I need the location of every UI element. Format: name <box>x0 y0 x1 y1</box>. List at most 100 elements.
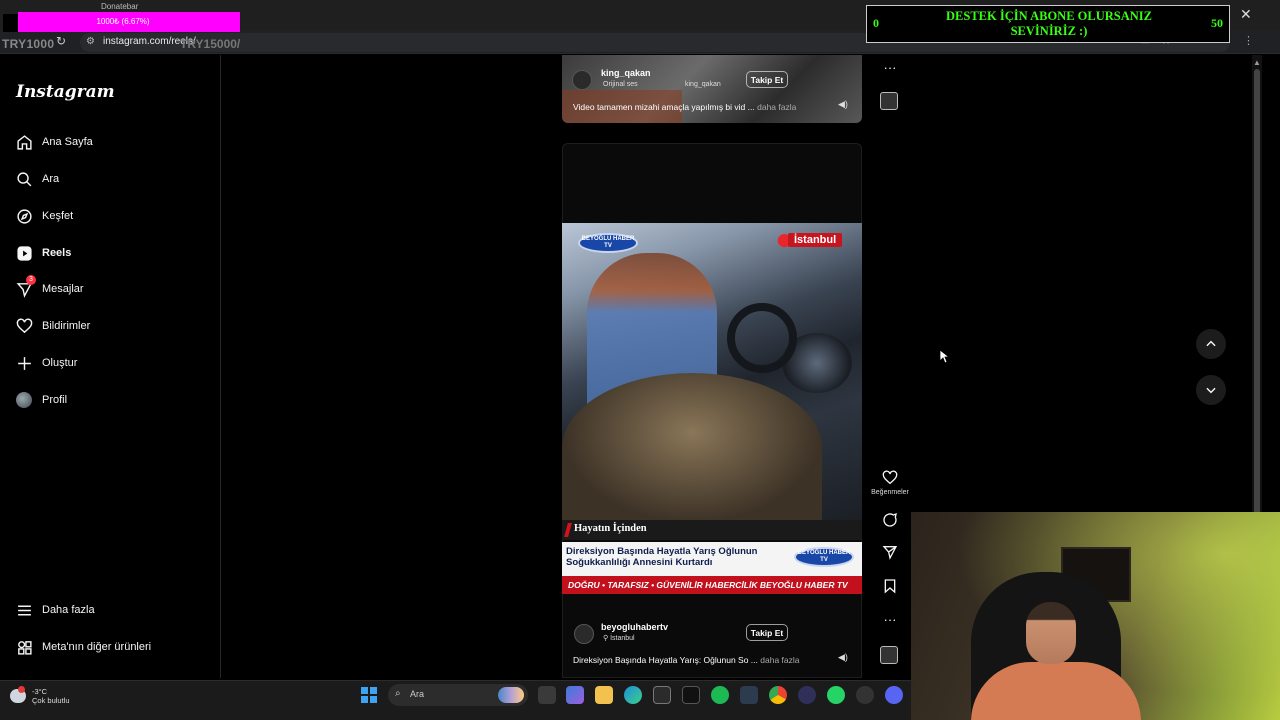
browser-menu-icon[interactable]: ⋮ <box>1243 34 1254 47</box>
previous-reel-video[interactable] <box>562 55 862 123</box>
windows-start-icon[interactable] <box>361 687 377 703</box>
channel-logo-small: BEYOĞLU HABER TV <box>794 547 854 567</box>
sidebar-item-explore[interactable]: Keşfet <box>14 204 214 228</box>
more-options-icon: ··· <box>883 612 897 627</box>
sidebar-item-label: Profil <box>42 394 68 406</box>
current-reel-avatar[interactable] <box>574 624 594 644</box>
previous-reel-audio[interactable]: Orijinal ses <box>603 81 638 88</box>
video-foreground-head <box>562 373 822 520</box>
audio-thumbnail[interactable] <box>880 646 898 664</box>
file-explorer-icon[interactable] <box>595 686 613 704</box>
previous-reel-caption[interactable]: Video tamamen mizahi amaçla yapılmış bi … <box>573 102 796 112</box>
current-reel-username[interactable]: beyogluhabertv <box>601 622 668 632</box>
sidebar-item-label: Ara <box>42 173 60 185</box>
caption-text: Video tamamen mizahi amaçla yapılmış bi … <box>573 102 755 112</box>
sidebar-item-reels[interactable]: Reels <box>14 241 214 265</box>
sidebar-item-label: Mesajlar <box>42 283 84 295</box>
donate-progress-bar: 1000₺ (6.67%) <box>18 12 240 32</box>
caption-more-link[interactable]: daha fazla <box>757 102 796 112</box>
previous-more-options[interactable]: ··· <box>876 59 904 77</box>
news-ticker: DOĞRU • TARAFSIZ • GÜVENİLİR HABERCİLİK … <box>562 576 862 594</box>
share-button[interactable] <box>876 544 904 560</box>
search-icon: ⌕ <box>395 688 401 699</box>
donation-amount-left: TRY1000 <box>2 37 55 51</box>
whatsapp-icon[interactable] <box>827 686 845 704</box>
caption-more-link[interactable]: daha fazla <box>760 655 799 665</box>
current-reel-video[interactable]: BEYOĞLU HABER TV ⬤ İstanbul <box>562 223 862 520</box>
weather-widget[interactable]: -3°C Çok bulutlu <box>10 686 70 705</box>
headline-text: Direksiyon Başında Hayatla Yarış Oğlunun… <box>566 546 758 568</box>
sidebar-item-label: Keşfet <box>42 210 74 222</box>
previous-follow-button[interactable]: Takip Et <box>746 71 788 88</box>
notification-badge: 3 <box>26 275 36 285</box>
sidebar-item-meta-products[interactable]: Meta'nın diğer ürünleri <box>14 635 214 659</box>
sidebar-item-label: Daha fazla <box>42 604 95 616</box>
donate-progress-text: 1000₺ (6.67%) <box>96 17 150 26</box>
sidebar-item-label: Meta'nın diğer ürünleri <box>42 641 152 653</box>
discord-icon[interactable] <box>885 686 903 704</box>
mouse-cursor-icon <box>940 350 950 364</box>
sidebar-item-search[interactable]: Ara <box>14 167 214 191</box>
instagram-logo[interactable]: Instagram <box>16 82 115 102</box>
streamer-head <box>1026 602 1076 664</box>
weather-condition: Çok bulutlu <box>32 696 70 705</box>
app-icon[interactable] <box>740 686 758 704</box>
current-reel-caption[interactable]: Direksiyon Başında Hayatla Yarış: Oğlunu… <box>573 655 800 665</box>
donation-amount-right: TRY15000/ <box>180 37 241 51</box>
task-view-icon[interactable] <box>538 686 556 704</box>
previous-reel-username[interactable]: king_qakan <box>601 68 651 78</box>
weather-temperature: -3°C <box>32 687 48 696</box>
previous-audio-thumbnail[interactable] <box>880 92 898 110</box>
spotify-icon[interactable] <box>711 686 729 704</box>
next-reel-button[interactable] <box>1196 375 1226 405</box>
chevron-up-icon <box>1206 340 1216 347</box>
share-icon <box>882 546 898 560</box>
messenger-icon: 3 <box>14 275 36 299</box>
sidebar-item-home[interactable]: Ana Sayfa <box>14 130 214 154</box>
sidebar-item-label: Ana Sayfa <box>42 136 93 148</box>
comment-button[interactable] <box>876 512 904 528</box>
tiktok-icon[interactable] <box>682 686 700 704</box>
current-follow-button[interactable]: Takip Et <box>746 624 788 641</box>
overlay-square <box>3 14 19 32</box>
like-label: Beğenmeler <box>871 489 909 496</box>
sidebar-item-messages[interactable]: 3 Mesajlar <box>14 275 214 301</box>
home-icon <box>14 132 34 152</box>
site-info-icon[interactable]: ⚙ <box>86 36 96 48</box>
mute-icon[interactable]: ◀) <box>838 652 848 663</box>
previous-reel-avatar[interactable] <box>572 70 592 90</box>
mute-icon[interactable]: ◀) <box>838 99 848 110</box>
scroll-up-arrow-icon[interactable]: ▲ <box>1253 58 1261 67</box>
sidebar-item-notifications[interactable]: Bildirimler <box>14 314 214 338</box>
more-options-icon: ··· <box>883 60 897 75</box>
edge-icon[interactable] <box>624 686 642 704</box>
lower-third-title: Hayatın İçinden <box>562 520 862 540</box>
more-options-button[interactable]: ··· <box>876 611 904 629</box>
sidebar-item-more[interactable]: Daha fazla <box>14 598 214 622</box>
sidebar-item-create[interactable]: Oluştur <box>14 351 214 375</box>
taskbar-search-placeholder: Ara <box>410 689 425 699</box>
goal-current: 0 <box>873 16 879 30</box>
search-icon <box>14 169 34 189</box>
obs-icon[interactable] <box>798 686 816 704</box>
settings-icon[interactable] <box>856 686 874 704</box>
scroll-thumb[interactable] <box>1254 69 1260 569</box>
save-button[interactable] <box>876 578 904 594</box>
close-icon[interactable]: ✕ <box>1240 6 1252 23</box>
comment-icon <box>883 512 897 527</box>
search-highlight-image <box>498 687 524 703</box>
taskbar-search[interactable]: ⌕ Ara <box>388 684 528 706</box>
chevron-down-icon <box>1206 387 1216 394</box>
reload-icon[interactable]: ↻ <box>56 34 66 48</box>
current-reel-location[interactable]: ⚲ İstanbul <box>603 634 635 642</box>
store-icon[interactable] <box>653 686 671 704</box>
menu-icon <box>14 600 34 620</box>
previous-reel-button[interactable] <box>1196 329 1226 359</box>
copilot-icon[interactable] <box>566 686 584 704</box>
streamer-webcam <box>911 512 1280 720</box>
lower-third-text: Hayatın İçinden <box>574 523 647 534</box>
like-button[interactable]: Beğenmeler <box>871 470 909 496</box>
sidebar-item-profile[interactable]: Profil <box>14 388 214 412</box>
chrome-icon[interactable] <box>769 686 787 704</box>
goal-target: 50 <box>1211 16 1223 30</box>
